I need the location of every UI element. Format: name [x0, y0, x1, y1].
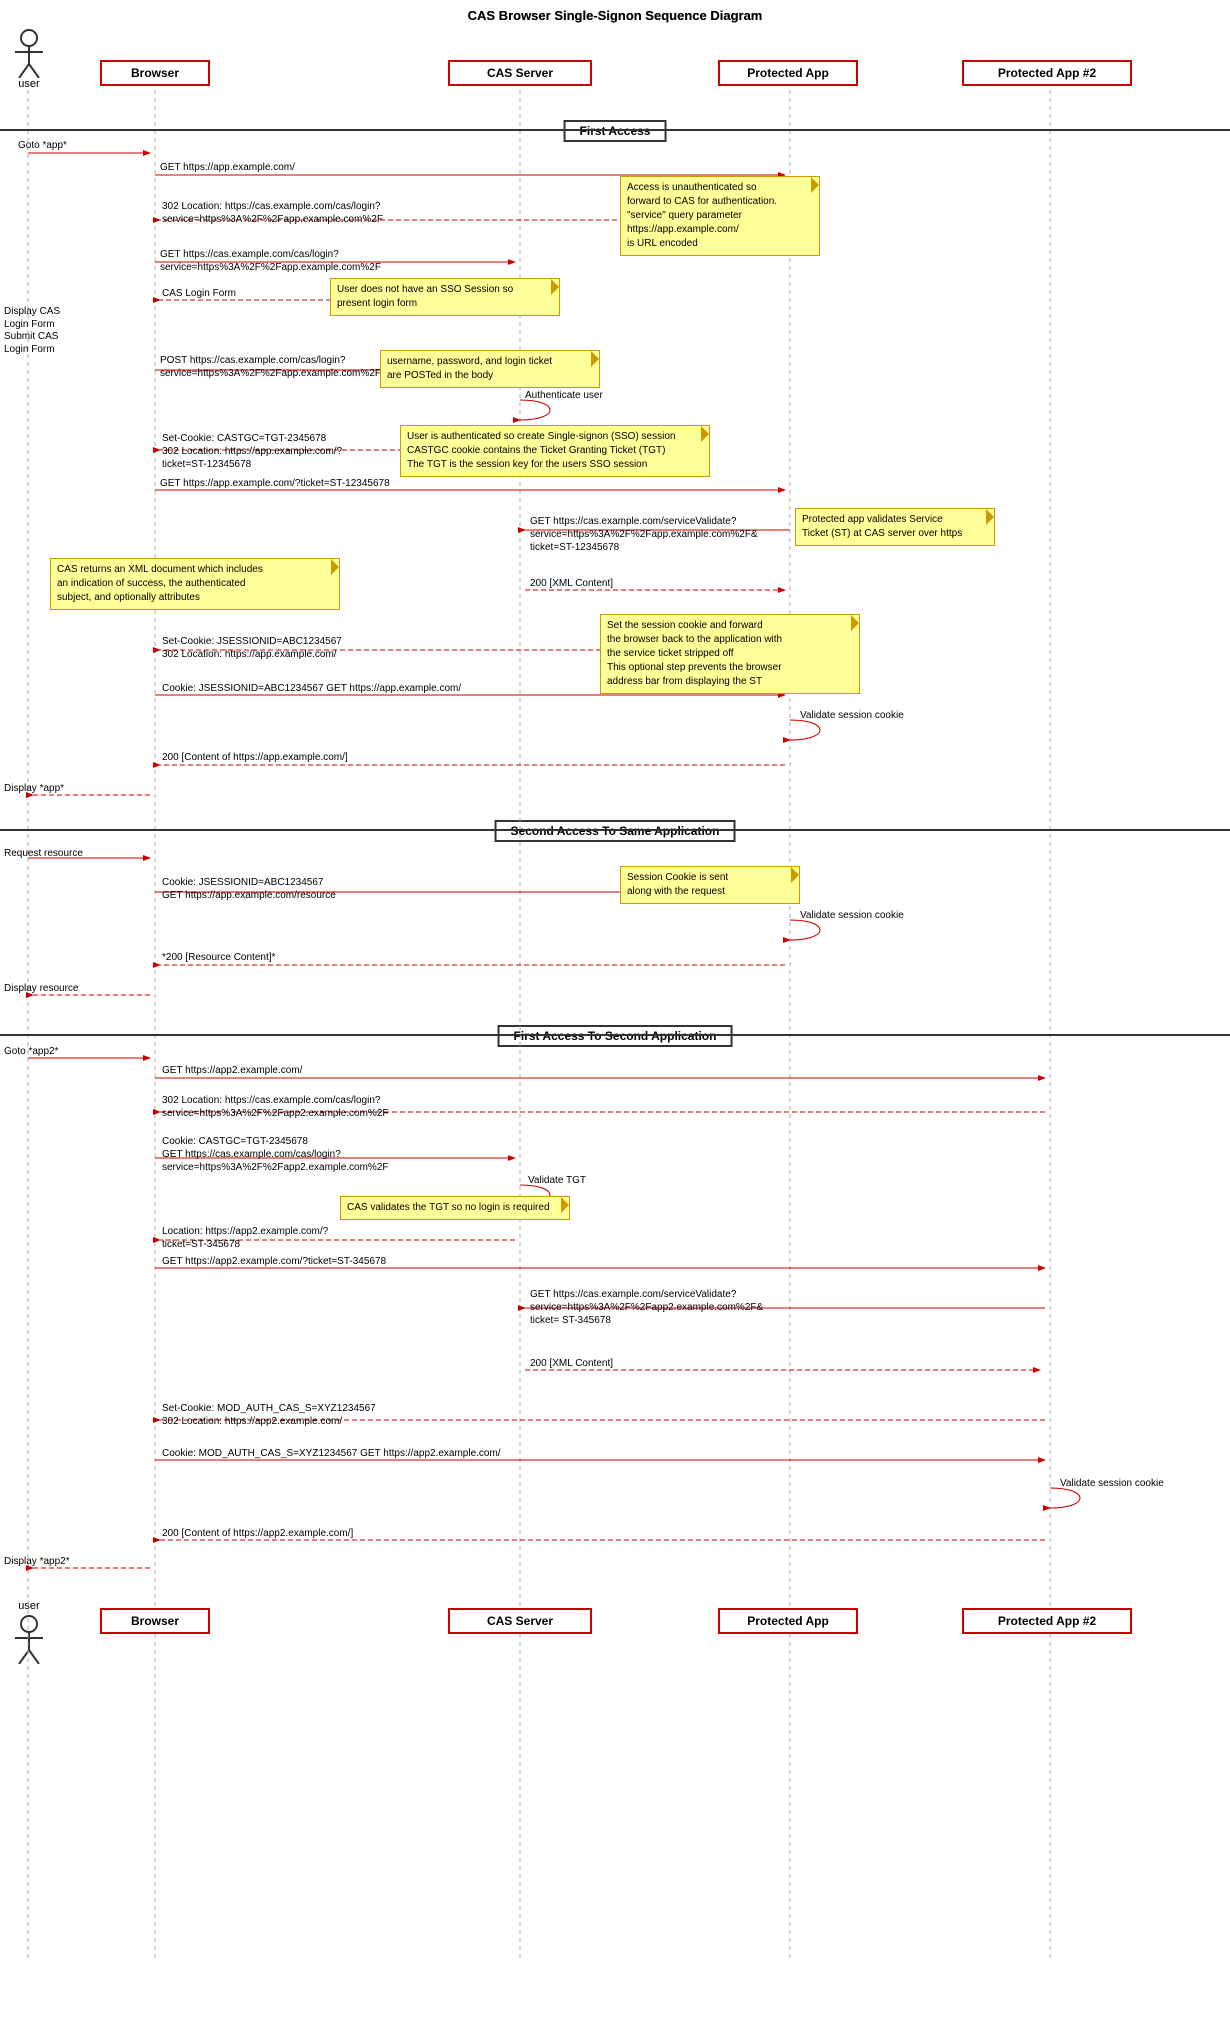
label-cookie-jsession-resource: Cookie: JSESSIONID=ABC1234567GET https:/…	[162, 876, 336, 902]
label-validate-session: Validate session cookie	[800, 710, 904, 721]
lifeline-app1-top: Protected App	[718, 60, 858, 86]
label-302-redirect: 302 Location: https://cas.example.com/ca…	[162, 200, 383, 226]
lifeline-cas-bottom: CAS Server	[448, 1608, 592, 1634]
lifeline-browser-top: Browser	[100, 60, 210, 86]
lifeline-cas-top: CAS Server	[448, 60, 592, 86]
note-cas-xml: CAS returns an XML document which includ…	[50, 558, 340, 610]
label-validate-tgt: Validate TGT	[528, 1175, 586, 1186]
label-200-content: 200 [Content of https://app.example.com/…	[162, 752, 348, 763]
label-goto-app: Goto *app*	[18, 140, 67, 151]
label-200-resource: *200 [Resource Content]*	[162, 952, 275, 963]
section-second-access-label: Second Access To Same Application	[495, 820, 736, 842]
label-302-app2: 302 Location: https://cas.example.com/ca…	[162, 1094, 389, 1120]
label-submit-cas: Submit CASLogin Form	[4, 330, 99, 356]
label-get-service-validate-2: GET https://cas.example.com/serviceValid…	[530, 1288, 763, 1327]
note-sso-session-created: User is authenticated so create Single-s…	[400, 425, 710, 477]
label-validate-session-app2: Validate session cookie	[1060, 1478, 1164, 1489]
note-no-sso-session: User does not have an SSO Session sopres…	[330, 278, 560, 316]
actor-user-top: user	[4, 28, 54, 90]
label-request-resource: Request resource	[4, 848, 83, 859]
label-display-resource: Display resource	[4, 983, 78, 994]
label-display-app: Display *app*	[4, 783, 64, 794]
label-get-cas-login: GET https://cas.example.com/cas/login?se…	[160, 248, 381, 274]
lifeline-app2-top: Protected App #2	[962, 60, 1132, 86]
label-200-content-app2: 200 [Content of https://app2.example.com…	[162, 1528, 353, 1539]
actor-user-label-bottom: user	[4, 1600, 54, 1612]
label-cas-login-form: CAS Login Form	[162, 288, 236, 299]
label-location-ticket: Location: https://app2.example.com/?tick…	[162, 1225, 328, 1251]
note-cas-validates-tgt: CAS validates the TGT so no login is req…	[340, 1196, 570, 1220]
diagram-title: CAS Browser Single-Signon Sequence Diagr…	[0, 8, 1230, 23]
label-get-app2: GET https://app2.example.com/	[162, 1065, 302, 1076]
lifeline-app1-bottom: Protected App	[718, 1608, 858, 1634]
label-display-app2: Display *app2*	[4, 1556, 70, 1567]
actor-user-label-top: user	[4, 78, 54, 90]
note-session-cookie-sent: Session Cookie is sentalong with the req…	[620, 866, 800, 904]
label-display-cas-login: Display CASLogin Form	[4, 305, 99, 331]
note-post-body: username, password, and login ticketare …	[380, 350, 600, 388]
label-cookie-mod-auth-get: Cookie: MOD_AUTH_CAS_S=XYZ1234567 GET ht…	[162, 1448, 501, 1459]
label-set-cookie-jsession: Set-Cookie: JSESSIONID=ABC1234567302 Loc…	[162, 635, 342, 661]
note-set-session-forward: Set the session cookie and forwardthe br…	[600, 614, 860, 694]
note-validate-st: Protected app validates ServiceTicket (S…	[795, 508, 995, 546]
section-first-access-label: First Access	[564, 120, 667, 142]
label-goto-app2: Goto *app2*	[4, 1046, 59, 1057]
label-set-cookie-mod-auth: Set-Cookie: MOD_AUTH_CAS_S=XYZ1234567302…	[162, 1402, 376, 1428]
label-validate-session-2: Validate session cookie	[800, 910, 904, 921]
label-post-cas: POST https://cas.example.com/cas/login?s…	[160, 354, 381, 380]
label-cookie-jsession-get: Cookie: JSESSIONID=ABC1234567 GET https:…	[162, 683, 461, 694]
label-get-ticket: GET https://app.example.com/?ticket=ST-1…	[160, 478, 390, 489]
label-set-cookie-castgc: Set-Cookie: CASTGC=TGT-2345678302 Locati…	[162, 432, 342, 471]
note-unauthenticated: Access is unauthenticated soforward to C…	[620, 176, 820, 256]
label-get-app2-ticket: GET https://app2.example.com/?ticket=ST-…	[162, 1256, 386, 1267]
lifeline-app2-bottom: Protected App #2	[962, 1608, 1132, 1634]
label-auth-user: Authenticate user	[525, 390, 603, 401]
lifeline-browser-bottom: Browser	[100, 1608, 210, 1634]
label-get-service-validate: GET https://cas.example.com/serviceValid…	[530, 515, 758, 554]
label-get-app: GET https://app.example.com/	[160, 162, 295, 173]
section-third-access-label: First Access To Second Application	[498, 1025, 733, 1047]
actor-user-bottom: user	[4, 1600, 54, 1664]
label-200-xml: 200 [XML Content]	[530, 578, 613, 589]
label-200-xml-2: 200 [XML Content]	[530, 1358, 613, 1369]
label-cookie-castgc-get: Cookie: CASTGC=TGT-2345678GET https://ca…	[162, 1135, 389, 1174]
